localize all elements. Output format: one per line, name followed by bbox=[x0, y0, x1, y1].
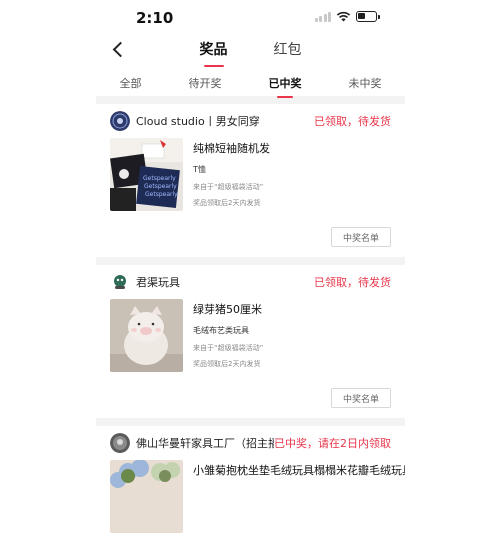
daisy-cushion-photo-icon[interactable] bbox=[110, 460, 183, 533]
tab-red-packets[interactable]: 红包 bbox=[272, 39, 304, 59]
prize-shipping: 奖品领取后2天内发货 bbox=[193, 360, 261, 368]
svg-text:Getspearly: Getspearly bbox=[144, 183, 177, 190]
prize-status: 已中奖，请在2日内领取 bbox=[274, 437, 391, 450]
prize-card-body: Getspearly Getspearly Getspearly 纯棉短袖随机发… bbox=[96, 138, 405, 211]
tab-prizes[interactable]: 奖品 bbox=[198, 39, 230, 59]
phone-screen: 2:10 奖品 红包 全部 待开奖 已中奖 未中奖 Cloud studio丨男… bbox=[96, 0, 405, 533]
prize-info: 绿芽猪50厘米 毛绒布艺类玩具 来自于“超级福袋活动” 奖品领取后2天内发货 bbox=[193, 299, 391, 372]
filter-tabs: 全部 待开奖 已中奖 未中奖 bbox=[96, 66, 405, 96]
prize-tag: T恤 bbox=[193, 165, 206, 174]
nav-tabs: 奖品 红包 bbox=[96, 39, 405, 59]
plush-pig-photo-icon[interactable] bbox=[110, 299, 183, 372]
shop-name[interactable]: 君渠玩具 bbox=[136, 274, 314, 290]
prize-source: 来自于“超级福袋活动” bbox=[193, 183, 264, 191]
status-icons bbox=[314, 11, 380, 22]
prize-shipping: 奖品领取后2天内发货 bbox=[193, 199, 261, 207]
prize-info: 小雏菊抱枕坐垫毛绒玩具榻榻米花瓣毛绒玩具... bbox=[193, 460, 405, 533]
prize-card[interactable]: 佛山华曼轩家具工厂（招主播） 已中奖，请在2日内领取 小雏菊抱枕坐垫毛绒玩具榻榻… bbox=[96, 426, 405, 533]
prize-card[interactable]: Cloud studio丨男女同穿 已领取，待发货 Getspearly Get… bbox=[96, 104, 405, 257]
prize-status: 已领取，待发货 bbox=[314, 276, 391, 289]
status-bar: 2:10 bbox=[96, 0, 405, 34]
section-divider bbox=[96, 96, 405, 104]
toy-shop-logo-icon[interactable] bbox=[110, 272, 130, 292]
prize-card-header: 君渠玩具 已领取，待发货 bbox=[96, 265, 405, 299]
winners-list-button[interactable]: 中奖名单 bbox=[331, 227, 391, 247]
svg-text:Getspearly: Getspearly bbox=[145, 191, 178, 198]
wifi-icon bbox=[336, 11, 351, 22]
cellular-signal-icon bbox=[314, 11, 331, 22]
filter-tab-pending[interactable]: 待开奖 bbox=[189, 75, 222, 91]
prize-card-body: 绿芽猪50厘米 毛绒布艺类玩具 来自于“超级福袋活动” 奖品领取后2天内发货 bbox=[96, 299, 405, 372]
svg-text:Getspearly: Getspearly bbox=[143, 175, 176, 182]
top-navigation: 奖品 红包 bbox=[96, 34, 405, 66]
prize-info: 纯棉短袖随机发 T恤 来自于“超级福袋活动” 奖品领取后2天内发货 bbox=[193, 138, 391, 211]
winners-list-button[interactable]: 中奖名单 bbox=[331, 388, 391, 408]
filter-tab-won[interactable]: 已中奖 bbox=[269, 75, 302, 91]
furniture-shop-logo-icon[interactable] bbox=[110, 433, 130, 453]
prize-status: 已领取，待发货 bbox=[314, 115, 391, 128]
prize-card[interactable]: 君渠玩具 已领取，待发货 绿芽猪50厘米 毛绒布艺类玩具 来自于“超级福袋活动” bbox=[96, 265, 405, 418]
prize-title[interactable]: 小雏菊抱枕坐垫毛绒玩具榻榻米花瓣毛绒玩具... bbox=[193, 462, 405, 478]
filter-tab-all[interactable]: 全部 bbox=[120, 75, 142, 91]
shop-name[interactable]: 佛山华曼轩家具工厂（招主播） bbox=[136, 435, 274, 451]
prize-title[interactable]: 绿芽猪50厘米 bbox=[193, 301, 391, 317]
prize-source: 来自于“超级福袋活动” bbox=[193, 344, 264, 352]
status-time: 2:10 bbox=[136, 9, 174, 27]
prize-card-header: 佛山华曼轩家具工厂（招主播） 已中奖，请在2日内领取 bbox=[96, 426, 405, 460]
prize-title[interactable]: 纯棉短袖随机发 bbox=[193, 140, 391, 156]
prize-tag: 毛绒布艺类玩具 bbox=[193, 326, 249, 335]
section-divider bbox=[96, 257, 405, 265]
prize-card-body: 小雏菊抱枕坐垫毛绒玩具榻榻米花瓣毛绒玩具... bbox=[96, 460, 405, 533]
section-divider bbox=[96, 418, 405, 426]
shop-name[interactable]: Cloud studio丨男女同穿 bbox=[136, 113, 314, 129]
prize-card-footer: 中奖名单 bbox=[96, 211, 405, 257]
prize-card-footer: 中奖名单 bbox=[96, 372, 405, 418]
prize-card-header: Cloud studio丨男女同穿 已领取，待发货 bbox=[96, 104, 405, 138]
battery-icon bbox=[356, 11, 380, 22]
filter-tab-not-won[interactable]: 未中奖 bbox=[349, 75, 382, 91]
tshirts-photo-icon[interactable]: Getspearly Getspearly Getspearly bbox=[110, 138, 183, 211]
cloud-studio-logo-icon[interactable] bbox=[110, 111, 130, 131]
